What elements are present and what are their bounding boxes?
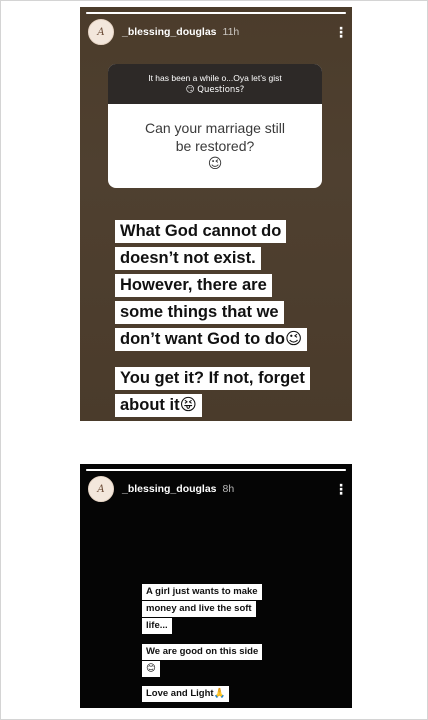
question-prompt-line-1: It has been a while o...Oya let’s gist xyxy=(148,73,282,83)
question-prompt: It has been a while o...Oya let’s gist 😏… xyxy=(108,64,322,104)
caption-line: money and live the soft xyxy=(142,601,256,617)
question-prompt-line-2: 😏 Questions? xyxy=(185,85,245,95)
timestamp: 11h xyxy=(222,26,240,38)
caption-line: about it😝 xyxy=(115,394,202,417)
story-progress-bar xyxy=(86,12,346,14)
smile-emoji: 😊 xyxy=(142,661,160,677)
caption-line: You get it? If not, forget xyxy=(115,367,310,390)
caption-line: What God cannot do xyxy=(115,220,287,243)
caption-block-2: You get it? If not, forget about it😝 xyxy=(115,367,310,421)
caption-line: A girl just wants to make xyxy=(142,584,262,600)
story-progress-fill xyxy=(86,12,346,14)
username[interactable]: _blessing_douglas xyxy=(122,483,217,495)
caption-block-2: We are good on this side 😊 xyxy=(142,644,263,678)
screenshot-frame: A _blessing_douglas 11h ⋮ It has been a … xyxy=(0,0,428,720)
story-progress-bar xyxy=(86,469,346,471)
story-header: A _blessing_douglas 8h ⋮ xyxy=(88,475,348,503)
caption-block-1: What God cannot do doesn’t not exist. Ho… xyxy=(115,220,308,355)
question-sticker[interactable]: It has been a while o...Oya let’s gist 😏… xyxy=(108,64,322,188)
caption-line: We are good on this side xyxy=(142,644,263,660)
story-progress-fill xyxy=(86,469,346,471)
caption-line: life... xyxy=(142,618,172,634)
story-card-2[interactable]: A _blessing_douglas 8h ⋮ A girl just wan… xyxy=(80,464,352,708)
question-text-line-2: be restored? xyxy=(175,138,255,154)
timestamp: 8h xyxy=(222,483,235,495)
caption-block-3: Love and Light🙏 xyxy=(142,686,230,703)
caption-line: doesn’t not exist. xyxy=(115,247,261,270)
question-text: Can your marriage still be restored? 😉 xyxy=(108,104,322,188)
question-text-line-1: Can your marriage still xyxy=(144,120,286,136)
more-vertical-icon[interactable]: ⋮ xyxy=(334,482,348,496)
wink-emoji: 😉 xyxy=(207,156,223,172)
story-header: A _blessing_douglas 11h ⋮ xyxy=(88,18,348,46)
caption-line: However, there are xyxy=(115,274,272,297)
caption-line: Love and Light🙏 xyxy=(142,686,230,702)
story-card-1[interactable]: A _blessing_douglas 11h ⋮ It has been a … xyxy=(80,7,352,421)
username[interactable]: _blessing_douglas xyxy=(122,26,217,38)
caption-block-1: A girl just wants to make money and live… xyxy=(142,584,262,635)
avatar[interactable]: A xyxy=(88,19,114,45)
caption-line: don’t want God to do😉 xyxy=(115,328,308,351)
caption-line: some things that we xyxy=(115,301,284,324)
avatar[interactable]: A xyxy=(88,476,114,502)
more-vertical-icon[interactable]: ⋮ xyxy=(334,25,348,39)
